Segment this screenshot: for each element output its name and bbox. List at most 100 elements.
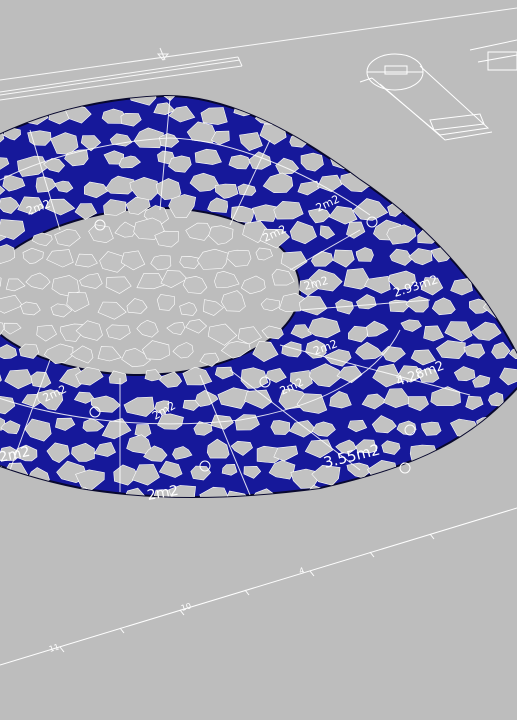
cutout-hole (509, 295, 517, 315)
cutout-hole (479, 128, 501, 143)
cutout-hole (446, 95, 470, 100)
cutout-hole (464, 223, 495, 246)
cutout-hole (0, 273, 2, 289)
cutout-hole (279, 495, 296, 498)
cutout-hole (312, 128, 335, 147)
cutout-hole (5, 278, 26, 292)
cutout-hole (185, 319, 208, 334)
cutout-hole (409, 148, 433, 168)
cutout-hole (271, 268, 295, 286)
cutout-hole (74, 253, 98, 268)
ruler-line (0, 507, 517, 666)
ruler-tick-11: 11 (48, 642, 60, 654)
cutout-hole (0, 321, 5, 337)
cutout-hole (75, 320, 103, 341)
cutout-hole (384, 154, 404, 170)
cutout-hole (388, 108, 409, 126)
cutout-hole (110, 79, 132, 94)
cutout-hole (237, 326, 262, 345)
cutout-hole (185, 82, 202, 94)
cutout-hole (338, 132, 363, 151)
cutout-hole (331, 109, 360, 129)
cutout-hole (0, 294, 23, 314)
cutout-hole (196, 248, 229, 270)
cutout-hole (334, 489, 352, 498)
cutout-hole (150, 255, 172, 271)
cutout-hole (402, 131, 427, 149)
cutout-hole (172, 342, 194, 359)
cutout-hole (360, 151, 383, 168)
cutout-hole (185, 222, 213, 241)
cutout-hole (375, 133, 397, 147)
cutout-hole (105, 276, 132, 294)
cutout-hole (367, 111, 383, 127)
perforated-ring-model: 10 11 4 3.55m2 4.28m2 2.93m2 2m2 2m2 2m2… (0, 7, 517, 666)
cutout-hole (79, 273, 103, 289)
perforated-panel[interactable] (0, 78, 517, 514)
cutout-hole (460, 487, 484, 498)
cutout-hole (452, 180, 475, 197)
cutout-hole (297, 103, 328, 125)
cutout-hole (486, 109, 506, 125)
cutout-hole (47, 493, 70, 498)
cutout-hole (179, 256, 200, 269)
cutout-hole (202, 299, 224, 316)
cutout-hole (22, 247, 44, 265)
cutout-hole (3, 322, 22, 335)
cutout-hole (97, 301, 127, 320)
cutout-hole (461, 251, 490, 272)
cutout-hole (142, 340, 170, 360)
cutout-hole (350, 95, 369, 99)
cutout-hole (221, 290, 246, 312)
cutout-hole (409, 444, 440, 465)
cutout-hole (214, 270, 240, 288)
cutout-hole (270, 420, 291, 435)
cutout-hole (97, 346, 122, 362)
cutout-hole (498, 127, 517, 141)
cutout-hole (226, 249, 252, 267)
background-detail-sketch (359, 39, 517, 141)
cutout-hole (269, 95, 297, 101)
cutout-hole (166, 321, 186, 336)
cutout-hole (154, 230, 179, 248)
cutout-hole (54, 228, 81, 247)
cutout-hole (447, 223, 475, 243)
cutout-hole (482, 442, 507, 458)
cutout-hole (234, 95, 259, 100)
cutout-hole (468, 177, 493, 193)
cutout-hole (504, 271, 517, 295)
background-drawing-lines (0, 7, 517, 101)
cutout-hole (417, 229, 442, 244)
cutout-hole (276, 102, 298, 119)
cutout-hole (507, 466, 517, 479)
cutout-hole (386, 171, 417, 194)
cutout-hole (106, 324, 131, 340)
cutout-hole (208, 225, 234, 245)
cutout-hole (136, 319, 159, 338)
cutout-hole (179, 302, 198, 316)
cutout-hole (439, 489, 468, 498)
cutout-hole (25, 272, 51, 290)
cutout-hole (240, 275, 266, 295)
cutout-hole (36, 324, 57, 342)
cutout-hole (182, 275, 208, 294)
cutout-hole (367, 175, 387, 188)
ruler-tick-labels: 10 11 4 (48, 566, 306, 654)
cutout-hole (19, 488, 42, 498)
cutout-hole (496, 175, 517, 195)
cutout-hole (255, 247, 273, 261)
cutout-hole (260, 298, 281, 312)
cutout-hole (433, 157, 454, 171)
cad-viewport[interactable]: 10 11 4 3.55m2 4.28m2 2.93m2 2m2 2m2 2m2… (0, 0, 517, 720)
cutout-hole (261, 325, 284, 340)
ruler-tick-10: 10 (180, 601, 192, 613)
cutout-hole (438, 444, 466, 463)
cutout-hole (499, 95, 517, 97)
cutout-hole (70, 345, 94, 364)
cutout-hole (424, 462, 451, 481)
cutout-hole (0, 106, 10, 120)
cutout-hole (295, 95, 318, 101)
cutout-hole (46, 249, 74, 268)
cutout-hole (114, 221, 137, 238)
cutout-hole (428, 204, 459, 224)
